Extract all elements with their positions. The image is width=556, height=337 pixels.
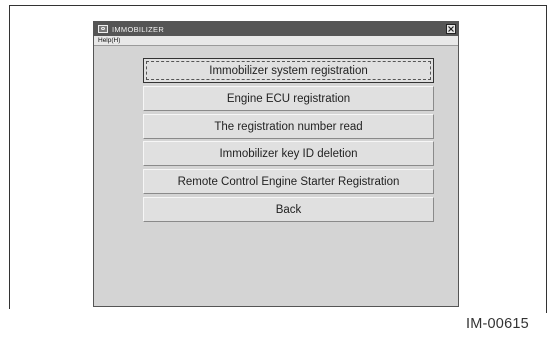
immobilizer-key-id-deletion-button[interactable]: Immobilizer key ID deletion — [143, 141, 434, 166]
figure-caption: IM-00615 — [466, 316, 529, 332]
immobilizer-system-registration-button[interactable]: Immobilizer system registration — [143, 58, 434, 83]
page: IMMOBILIZER Help(H) Immobilizer system r… — [0, 0, 556, 337]
window-title: IMMOBILIZER — [112, 24, 165, 34]
button-label: Remote Control Engine Starter Registrati… — [177, 175, 400, 188]
engine-ecu-registration-button[interactable]: Engine ECU registration — [143, 86, 434, 111]
button-label: Back — [275, 203, 302, 216]
title-bar[interactable]: IMMOBILIZER — [94, 22, 458, 36]
figure-frame-tail — [546, 309, 547, 313]
button-label: The registration number read — [214, 120, 363, 133]
menu-item-help[interactable]: Help(H) — [98, 36, 120, 45]
button-label: Immobilizer key ID deletion — [219, 147, 358, 160]
close-button[interactable] — [446, 24, 456, 34]
close-icon — [448, 26, 454, 32]
button-label: Immobilizer system registration — [209, 64, 368, 77]
client-area: Immobilizer system registration Engine E… — [94, 46, 458, 306]
app-icon[interactable] — [98, 25, 108, 33]
back-button[interactable]: Back — [143, 197, 434, 222]
immobilizer-window: IMMOBILIZER Help(H) Immobilizer system r… — [93, 21, 459, 307]
menu-bar: Help(H) — [94, 36, 458, 46]
remote-control-engine-starter-registration-button[interactable]: Remote Control Engine Starter Registrati… — [143, 169, 434, 194]
button-label: Engine ECU registration — [226, 92, 351, 105]
registration-number-read-button[interactable]: The registration number read — [143, 114, 434, 139]
